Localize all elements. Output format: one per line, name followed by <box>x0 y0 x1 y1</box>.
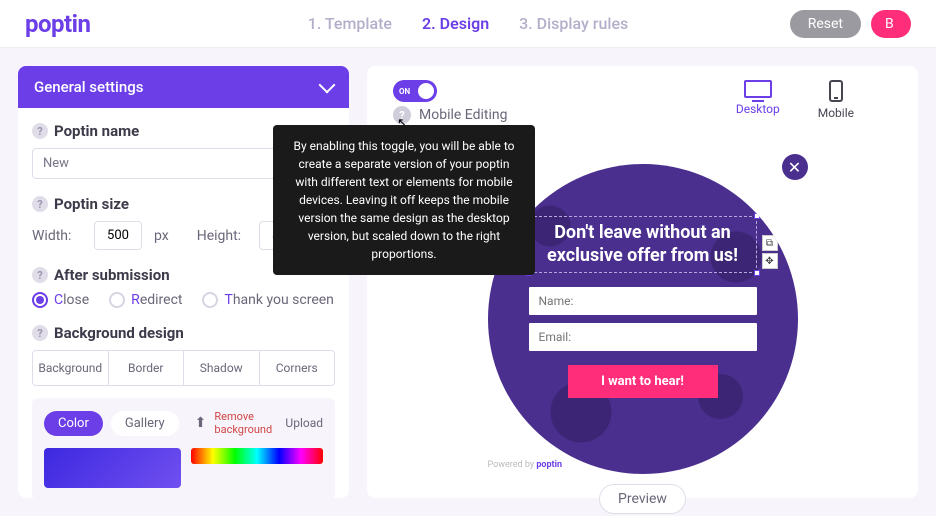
general-settings-header[interactable]: General settings <box>18 66 349 108</box>
canvas-header: ON ↖ Mobile Editing Desktop Mobile <box>381 80 904 124</box>
help-icon[interactable] <box>32 123 48 139</box>
radio-icon <box>202 292 218 308</box>
radio-icon <box>109 292 125 308</box>
mobile-editing-label-row: ↖ Mobile Editing <box>393 106 507 124</box>
bg-top-row: Color Gallery ⬆ Remove background Upload <box>44 410 323 436</box>
width-label: Width: <box>32 228 82 244</box>
popup-cta-button[interactable]: I want to hear! <box>568 365 718 398</box>
wizard-steps: 1. Template 2. Design 3. Display rules <box>308 14 629 33</box>
hue-slider[interactable] <box>191 448 323 464</box>
desktop-icon <box>744 80 772 98</box>
app-header: poptin 1. Template 2. Design 3. Display … <box>0 0 936 48</box>
remove-bg-link[interactable]: Remove background <box>214 410 277 436</box>
help-icon[interactable] <box>32 196 48 212</box>
radio-thankyou[interactable]: Thank you screen <box>202 292 333 308</box>
color-picker-row <box>44 448 323 488</box>
header-actions: Reset B <box>790 10 911 38</box>
radio-icon <box>32 292 48 308</box>
reset-button[interactable]: Reset <box>790 10 861 38</box>
selection-tools: ⧉ ✥ <box>762 235 778 269</box>
mobile-editing-group: ON ↖ Mobile Editing <box>393 80 507 124</box>
color-preview[interactable] <box>44 448 181 488</box>
height-label: Height: <box>197 228 247 244</box>
upload-link[interactable]: Upload <box>285 416 323 430</box>
bg-options-panel: Color Gallery ⬆ Remove background Upload <box>32 398 335 498</box>
step-display-rules[interactable]: 3. Display rules <box>519 14 628 33</box>
move-icon[interactable]: ✥ <box>762 253 778 269</box>
device-tab-desktop[interactable]: Desktop <box>736 80 780 120</box>
popup-name-input[interactable] <box>529 287 757 315</box>
help-icon[interactable] <box>32 325 48 341</box>
tab-border[interactable]: Border <box>109 351 185 385</box>
preview-button[interactable]: Preview <box>599 484 686 514</box>
after-submission-options: Close Redirect Thank you screen <box>32 292 335 308</box>
main-area: General settings Poptin name Poptin size… <box>0 48 936 516</box>
tab-corners[interactable]: Corners <box>260 351 335 385</box>
device-tabs: Desktop Mobile <box>736 80 854 120</box>
width-input[interactable] <box>94 221 142 250</box>
mobile-editing-tooltip: By enabling this toggle, you will be abl… <box>273 125 535 275</box>
toggle-knob <box>418 83 434 99</box>
selection-handle[interactable] <box>754 270 760 276</box>
help-icon[interactable]: ↖ <box>393 106 411 124</box>
gallery-pill[interactable]: Gallery <box>111 411 179 436</box>
popup-title-element[interactable]: ⧉ ✥ Don't leave without an exclusive off… <box>529 216 757 273</box>
device-tab-mobile[interactable]: Mobile <box>818 80 854 120</box>
chevron-down-icon <box>319 77 336 94</box>
close-button[interactable]: ✕ <box>782 154 808 180</box>
background-design-label: Background design <box>32 324 335 342</box>
section-title: General settings <box>34 78 143 96</box>
step-design[interactable]: 2. Design <box>422 14 489 33</box>
mobile-editing-toggle[interactable]: ON <box>393 80 437 102</box>
help-icon[interactable] <box>32 267 48 283</box>
toggle-on-label: ON <box>399 87 410 96</box>
popup-title-text: Don't leave without an exclusive offer f… <box>534 221 752 268</box>
step-template[interactable]: 1. Template <box>308 14 392 33</box>
logo: poptin <box>25 10 90 38</box>
back-button[interactable]: B <box>871 10 911 38</box>
selection-handle[interactable] <box>754 213 760 219</box>
copy-icon[interactable]: ⧉ <box>762 235 778 251</box>
radio-redirect[interactable]: Redirect <box>109 292 182 308</box>
px-unit: px <box>154 228 169 244</box>
bg-tabs: Background Border Shadow Corners <box>32 350 335 386</box>
popup-content: ⧉ ✥ Don't leave without an exclusive off… <box>529 216 757 398</box>
mobile-editing-label: Mobile Editing <box>419 107 507 123</box>
mobile-icon <box>829 80 843 102</box>
color-pill[interactable]: Color <box>44 411 103 436</box>
powered-by: Powered by poptin <box>488 460 563 470</box>
upload-icon[interactable]: ⬆ <box>195 415 207 431</box>
radio-close[interactable]: Close <box>32 292 89 308</box>
tab-background[interactable]: Background <box>33 351 109 385</box>
background-design-field: Background design Background Border Shad… <box>32 324 335 498</box>
popup-email-input[interactable] <box>529 323 757 351</box>
tab-shadow[interactable]: Shadow <box>184 351 260 385</box>
